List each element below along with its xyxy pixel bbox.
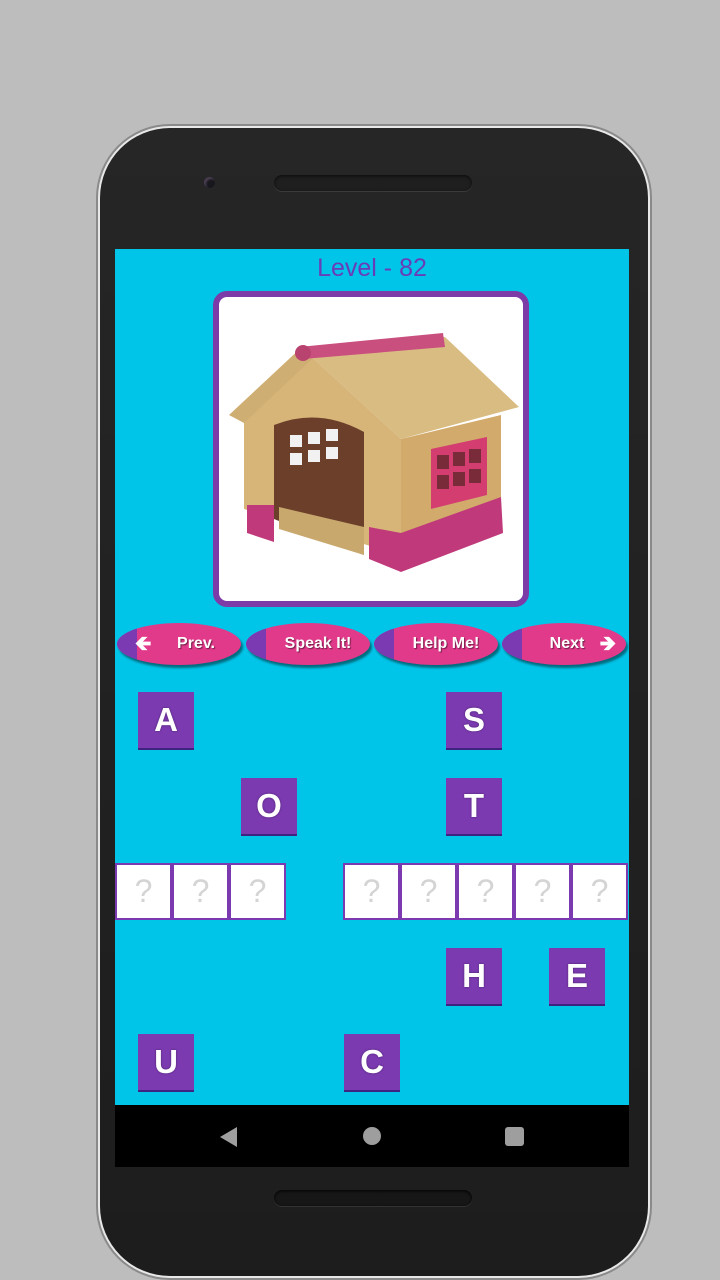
letter-tile-e[interactable]: E	[549, 948, 605, 1004]
speak-it-button-label: Speak It!	[284, 635, 352, 652]
back-icon[interactable]	[220, 1127, 237, 1147]
letter-tile-o[interactable]: O	[241, 778, 297, 834]
speak-it-button[interactable]: Speak It!	[246, 623, 370, 665]
answer-slot[interactable]: ?	[514, 863, 571, 920]
bottom-speaker	[274, 1190, 472, 1206]
doghouse-picture	[229, 333, 519, 572]
answer-slot[interactable]: ?	[115, 863, 172, 920]
letter-tile-h[interactable]: H	[446, 948, 502, 1004]
help-me-button[interactable]: Help Me!	[374, 623, 498, 665]
next-button[interactable]: Next 🡺	[502, 623, 626, 665]
letter-tile-s[interactable]: S	[446, 692, 502, 748]
level-title: Level - 82	[317, 254, 427, 282]
answer-slot[interactable]: ?	[457, 863, 514, 920]
answer-slot[interactable]: ?	[229, 863, 286, 920]
recents-icon[interactable]	[505, 1127, 524, 1146]
earpiece-speaker	[274, 175, 472, 191]
answer-slot[interactable]: ?	[400, 863, 457, 920]
answer-slot[interactable]: ?	[172, 863, 229, 920]
prev-button[interactable]: 🡸 Prev.	[117, 623, 241, 665]
game-screen: Level - 82 🡸 Prev. Speak It! Help Me! Ne…	[115, 249, 629, 1105]
letter-tile-a[interactable]: A	[138, 692, 194, 748]
letter-tile-t[interactable]: T	[446, 778, 502, 834]
arrow-right-icon: 🡺	[599, 633, 616, 655]
android-nav-bar	[115, 1105, 629, 1167]
letter-tile-c[interactable]: C	[344, 1034, 400, 1090]
letter-tile-u[interactable]: U	[138, 1034, 194, 1090]
answer-slot[interactable]: ?	[571, 863, 628, 920]
prev-button-label: Prev.	[177, 635, 215, 652]
help-me-button-label: Help Me!	[412, 635, 480, 652]
front-camera-icon	[204, 177, 215, 188]
answer-slot[interactable]: ?	[343, 863, 400, 920]
home-icon[interactable]	[363, 1127, 381, 1145]
puzzle-picture	[213, 291, 529, 607]
